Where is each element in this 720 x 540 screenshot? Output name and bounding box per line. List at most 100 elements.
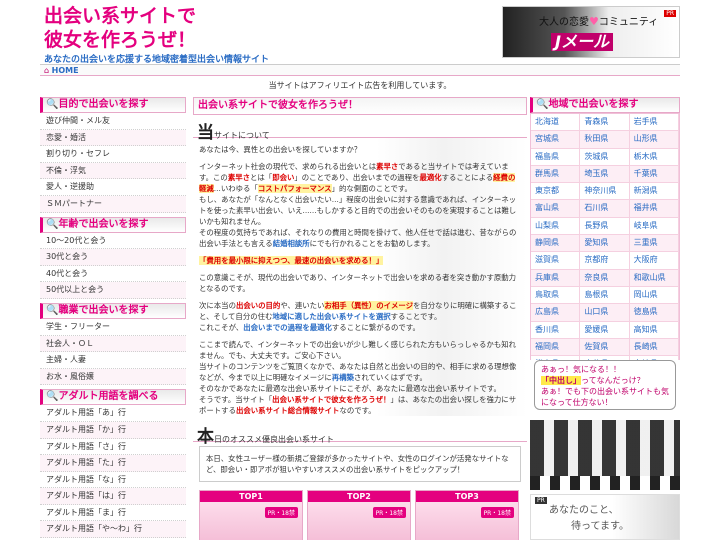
promo-banner[interactable]: PR あなたのこと、 待ってます。 (530, 494, 680, 540)
list-item[interactable]: 社会人・ＯＬ (40, 335, 186, 353)
site-logo-line1[interactable]: 出会い系サイトで (44, 6, 196, 26)
promo-box[interactable]: あぁっ！気になる！！ 「中出し」ってなんだっけ？ あぁ！でも下の出会い系サイトも… (530, 360, 680, 540)
top-site-card[interactable]: TOP2 PR・18禁 (307, 490, 411, 540)
prefecture-grid: 北海道 青森県 岩手県宮城県 秋田県 山形県福島県 茨城県 栃木県群馬県 埼玉県 千葉県東京都神… (530, 113, 680, 392)
prefecture-link[interactable]: 群馬県 (531, 165, 581, 184)
prefecture-link[interactable]: 北海道 (531, 114, 581, 132)
banner-text: 大人の恋愛♥コミュニティ (539, 15, 659, 28)
section-heading: 🔍職業で出会いを探す (40, 302, 186, 319)
list-item[interactable]: 遊び仲間・メル友 (40, 113, 186, 130)
banner-logo: Jメール (551, 33, 613, 51)
prefecture-link[interactable]: 岩手県 (629, 114, 679, 132)
prefecture-link[interactable]: 青森県 (580, 114, 630, 132)
recommend-heading: 本日のオススメ優良出会い系サイト (193, 422, 527, 447)
home-link[interactable]: HOME (52, 66, 79, 75)
prefecture-link[interactable]: 新潟県 (629, 183, 679, 201)
prefecture-link[interactable]: 茨城県 (580, 148, 630, 166)
prefecture-link[interactable]: 佐賀県 (580, 338, 630, 357)
site-logo-line2[interactable]: 彼女を作ろうぜ！ (44, 30, 196, 50)
prefecture-link[interactable]: 高知県 (629, 321, 679, 339)
list-item[interactable]: アダルト用語「あ」行 (40, 405, 186, 422)
list-item[interactable]: 学生・フリーター (40, 319, 186, 336)
home-icon: ⌂ (44, 66, 50, 75)
list-item[interactable]: 30代と会う (40, 249, 186, 266)
prefecture-link[interactable]: 岐阜県 (629, 217, 679, 236)
section-heading: 🔍目的で出会いを探す (40, 97, 186, 113)
prefecture-link[interactable]: 山梨県 (531, 217, 581, 236)
pr-badge: PR (664, 10, 676, 17)
magnifier-icon: 🔍 (46, 304, 59, 316)
prefecture-link[interactable]: 山形県 (629, 131, 679, 149)
prefecture-link[interactable]: 秋田県 (580, 131, 630, 149)
list-item[interactable]: お水・風俗嬢 (40, 368, 186, 386)
list-item[interactable]: アダルト用語「か」行 (40, 421, 186, 439)
prefecture-link[interactable]: 滋賀県 (531, 252, 581, 270)
age-badge: PR・18禁 (264, 507, 298, 518)
list-item[interactable]: ＳＭパートナー (40, 195, 186, 213)
prefecture-link[interactable]: 香川県 (531, 321, 581, 339)
prefecture-link[interactable]: 宮城県 (531, 131, 581, 149)
prefecture-link[interactable]: 和歌山県 (629, 269, 679, 287)
top-site-card[interactable]: TOP1 PR・18禁 (199, 490, 303, 540)
prefecture-link[interactable]: 鳥取県 (531, 286, 581, 305)
list-item[interactable]: アダルト用語「や〜わ」行 (40, 521, 186, 539)
prefecture-link[interactable]: 三重県 (629, 235, 679, 253)
list-item[interactable]: 主婦・人妻 (40, 352, 186, 369)
prefecture-link[interactable]: 京都府 (580, 252, 630, 270)
prefecture-link[interactable]: 長崎県 (629, 338, 679, 357)
about-body: あなたは今、異性との出会いを探していますか？ インターネット社会の現代で、求めら… (193, 138, 527, 416)
list-item[interactable]: 割り切り・セフレ (40, 146, 186, 163)
prefecture-link[interactable]: 岡山県 (629, 286, 679, 305)
prefecture-link[interactable]: 奈良県 (580, 269, 630, 287)
magnifier-icon: 🔍 (46, 391, 59, 403)
prefecture-link[interactable]: 静岡県 (531, 235, 581, 253)
prefecture-link[interactable]: 広島県 (531, 304, 581, 322)
prefecture-link[interactable]: 福島県 (531, 148, 581, 166)
prefecture-link[interactable]: 埼玉県 (580, 165, 630, 184)
list-item[interactable]: アダルト用語「ま」行 (40, 505, 186, 522)
prefecture-link[interactable]: 神奈川県 (580, 183, 630, 201)
age-badge: PR・18禁 (372, 507, 406, 518)
header-ad-banner[interactable]: PR 大人の恋愛♥コミュニティ Jメール (502, 6, 680, 58)
prefecture-link[interactable]: 大阪府 (629, 252, 679, 270)
list-item[interactable]: アダルト用語「な」行 (40, 472, 186, 489)
list-item[interactable]: 愛人・逆援助 (40, 179, 186, 196)
top-site-card[interactable]: TOP3 PR・18禁 (415, 490, 519, 540)
section-heading: 🔍アダルト用語を調べる (40, 389, 186, 406)
speech-bubble: あぁっ！気になる！！ 「中出し」ってなんだっけ？ あぁ！でも下の出会い系サイトも… (534, 360, 676, 410)
prefecture-link[interactable]: 愛知県 (580, 235, 630, 253)
magnifier-icon: 🔍 (46, 99, 59, 110)
purpose-section: 🔍目的で出会いを探す 遊び仲間・メル友 恋愛・婚活 割り切り・セフレ 不倫・浮気… (40, 97, 186, 213)
prefecture-link[interactable]: 千葉県 (629, 165, 679, 184)
magnifier-icon: 🔍 (46, 218, 59, 230)
prefecture-link[interactable]: 長野県 (580, 217, 630, 236)
prefecture-link[interactable]: 東京都 (531, 183, 581, 201)
prefecture-link[interactable]: 富山県 (531, 200, 581, 218)
recommend-intro: 本日、女性ユーザー様の新規ご登録が多かったサイトや、女性のログインが活発なサイト… (199, 446, 521, 482)
list-item[interactable]: アダルト用語「た」行 (40, 455, 186, 472)
prefecture-link[interactable]: 石川県 (580, 200, 630, 218)
promo-text: 待ってます。 (571, 521, 629, 532)
job-section: 🔍職業で出会いを探す 学生・フリーター 社会人・ＯＬ 主婦・人妻 お水・風俗嬢 (40, 302, 186, 386)
prefecture-link[interactable]: 栃木県 (629, 148, 679, 166)
prefecture-link[interactable]: 福井県 (629, 200, 679, 218)
main-content: 出会い系サイトで彼女を作ろうぜ！ 当サイトについて あなたは今、異性との出会いを… (193, 97, 527, 540)
list-item[interactable]: 10〜20代と会う (40, 233, 186, 250)
list-item[interactable]: アダルト用語「さ」行 (40, 439, 186, 456)
glossary-section: 🔍アダルト用語を調べる アダルト用語「あ」行 アダルト用語「か」行 アダルト用語… (40, 389, 186, 539)
prefecture-link[interactable]: 福岡県 (531, 338, 581, 357)
prefecture-link[interactable]: 山口県 (580, 304, 630, 322)
list-item[interactable]: 50代以上と会う (40, 282, 186, 299)
list-item[interactable]: 不倫・浮気 (40, 162, 186, 180)
prefecture-link[interactable]: 徳島県 (629, 304, 679, 322)
list-item[interactable]: 恋愛・婚活 (40, 129, 186, 147)
prefecture-link[interactable]: 島根県 (580, 286, 630, 305)
age-section: 🔍年齢で出会いを探す 10〜20代と会う 30代と会う 40代と会う 50代以上… (40, 216, 186, 299)
pr-badge: PR (535, 497, 547, 504)
prefecture-link[interactable]: 兵庫県 (531, 269, 581, 287)
prefecture-link[interactable]: 愛媛県 (580, 321, 630, 339)
magnifier-icon: 🔍 (536, 99, 549, 110)
list-item[interactable]: アダルト用語「は」行 (40, 488, 186, 505)
list-item[interactable]: 40代と会う (40, 266, 186, 283)
top-sites: TOP1 PR・18禁 TOP2 PR・18禁 TOP3 PR・18禁 (193, 486, 527, 540)
